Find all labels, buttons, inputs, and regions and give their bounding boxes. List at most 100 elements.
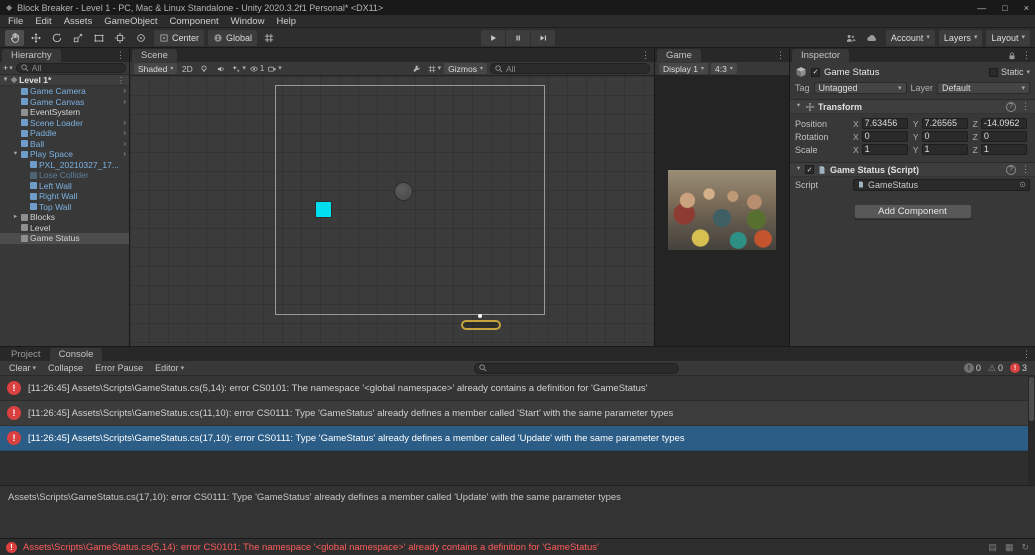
status-message[interactable]: Assets\Scripts\GameStatus.cs(5,14): erro… (23, 542, 982, 553)
foldout-icon[interactable]: ▸ (12, 213, 19, 221)
hierarchy-item-play-space[interactable]: ▾ Play Space › (0, 149, 129, 160)
view-tool-button[interactable] (5, 29, 24, 46)
rotation-x-field[interactable]: 0 (861, 131, 908, 142)
chevron-down-icon[interactable]: ▾ (1026, 69, 1030, 76)
collab-button[interactable] (842, 30, 861, 46)
prefab-open-arrow[interactable]: › (123, 129, 126, 137)
menu-window[interactable]: Window (225, 15, 271, 27)
hierarchy-item-game-canvas[interactable]: Game Canvas › (0, 97, 129, 108)
transform-component-header[interactable]: ▾ Transform ? ⋮ (790, 99, 1035, 114)
menu-gameobject[interactable]: GameObject (98, 15, 163, 27)
error-pause-button[interactable]: Error Pause (90, 362, 148, 375)
tab-project[interactable]: Project (2, 348, 50, 361)
hierarchy-item-scene-loader[interactable]: Scene Loader › (0, 118, 129, 129)
pause-button[interactable] (505, 29, 530, 46)
scale-y-field[interactable]: 1 (921, 144, 968, 155)
gameobject-name[interactable]: Game Status (824, 67, 879, 78)
position-x-field[interactable]: 7.63456 (861, 118, 908, 129)
prefab-open-arrow[interactable]: › (123, 139, 126, 148)
display-dropdown[interactable]: Display 1 ▾ (659, 63, 708, 74)
pivot-toggle-button[interactable]: Center (154, 29, 205, 46)
scene-viewport[interactable] (130, 76, 654, 346)
prefab-open-arrow[interactable]: › (123, 118, 126, 127)
step-button[interactable] (530, 29, 555, 46)
close-button[interactable]: × (1024, 3, 1029, 13)
console-search-input[interactable] (490, 363, 675, 373)
console-menu-icon[interactable]: ⋮ (1022, 349, 1031, 360)
object-picker-icon[interactable]: ⊙ (1019, 180, 1026, 189)
menu-assets[interactable]: Assets (58, 15, 99, 27)
script-object-field[interactable]: GameStatus ⊙ (853, 178, 1030, 191)
help-icon[interactable]: ? (1006, 101, 1016, 112)
component-enabled-checkbox[interactable]: ✓ (805, 165, 814, 174)
scene-visibility-toggle[interactable]: 1 (249, 63, 264, 75)
collapse-button[interactable]: Collapse (43, 362, 88, 375)
hierarchy-item-paddle[interactable]: Paddle › (0, 128, 129, 139)
scale-z-field[interactable]: 1 (980, 144, 1028, 155)
script-component-header[interactable]: ▾ ✓ Game Status (Script) ? ⋮ (790, 162, 1035, 177)
foldout-icon[interactable]: ▾ (12, 150, 19, 158)
hierarchy-item-right-wall[interactable]: Right Wall (0, 191, 129, 202)
hierarchy-search[interactable] (15, 63, 126, 73)
script-menu-icon[interactable]: ⋮ (1021, 164, 1030, 175)
prefab-open-arrow[interactable]: › (123, 150, 126, 158)
hierarchy-item-level[interactable]: Level (0, 223, 129, 234)
prefab-open-arrow[interactable]: › (123, 87, 126, 95)
inspector-menu-icon[interactable]: ⋮ (1022, 50, 1031, 61)
cloud-button[interactable] (863, 30, 882, 46)
menu-file[interactable]: File (2, 15, 29, 27)
transform-menu-icon[interactable]: ⋮ (1021, 101, 1030, 112)
tab-hierarchy[interactable]: Hierarchy (2, 49, 61, 62)
menu-edit[interactable]: Edit (29, 15, 57, 27)
grid-snap-button[interactable] (259, 30, 278, 46)
static-checkbox[interactable] (988, 67, 998, 77)
block-object[interactable] (316, 202, 331, 217)
cache-status-icon[interactable]: ▦ (1005, 542, 1014, 553)
position-z-field[interactable]: -14.0962 (980, 118, 1028, 129)
gizmos-dropdown[interactable]: Gizmos ▾ (444, 63, 487, 74)
scene-audio-toggle[interactable] (214, 63, 228, 75)
scene-lighting-toggle[interactable] (197, 63, 211, 75)
console-entry-3[interactable]: ! [11:26:45] Assets\Scripts\GameStatus.cs… (0, 426, 1035, 451)
help-icon[interactable]: ? (1006, 164, 1016, 175)
play-button[interactable] (480, 29, 505, 46)
tab-game[interactable]: Game (657, 49, 701, 62)
console-search[interactable] (474, 362, 679, 374)
add-component-button[interactable]: Add Component (853, 204, 972, 219)
position-y-field[interactable]: 7.26565 (921, 118, 968, 129)
scene-camera-dropdown[interactable]: ▾ (267, 63, 282, 75)
create-object-button[interactable]: + ▾ (3, 63, 13, 73)
scene-header-row[interactable]: ▾ ◆ Level 1* ⋮ (0, 75, 129, 86)
move-tool-button[interactable] (26, 30, 45, 46)
ball-object[interactable] (395, 183, 412, 200)
editor-dropdown[interactable]: Editor ▾ (150, 362, 189, 375)
foldout-icon[interactable]: ▾ (795, 166, 802, 173)
prefab-open-arrow[interactable]: › (123, 97, 126, 106)
foldout-icon[interactable]: ▾ (795, 103, 802, 110)
scrollbar-thumb[interactable] (1029, 377, 1034, 421)
hierarchy-item-game-camera[interactable]: Game Camera › (0, 86, 129, 97)
scene-effects-dropdown[interactable]: ▾ (231, 63, 246, 75)
hierarchy-item-lose-collider[interactable]: Lose Collider (0, 170, 129, 181)
paddle-object[interactable] (461, 320, 501, 330)
hierarchy-item-blocks[interactable]: ▸ Blocks (0, 212, 129, 223)
tab-inspector[interactable]: Inspector (792, 49, 850, 62)
grid-visual-dropdown[interactable]: ▾ (427, 63, 441, 75)
hierarchy-item-top-wall[interactable]: Top Wall (0, 202, 129, 213)
maximize-button[interactable]: □ (1002, 3, 1007, 13)
rotation-z-field[interactable]: 0 (980, 131, 1028, 142)
scene-menu-icon[interactable]: ⋮ (641, 50, 650, 61)
scale-tool-button[interactable] (68, 30, 87, 46)
hierarchy-item-pxl-20210327-17[interactable]: PXL_20210327_17... (0, 160, 129, 171)
menu-component[interactable]: Component (164, 15, 225, 27)
info-count-toggle[interactable]: ! 0 (963, 363, 981, 373)
rect-tool-button[interactable] (89, 30, 108, 46)
active-checkbox[interactable]: ✓ (811, 67, 820, 77)
warning-count-toggle[interactable]: ⚠ 0 (988, 363, 1003, 373)
layers-dropdown[interactable]: Layers ▾ (938, 29, 983, 46)
orientation-toggle-button[interactable]: Global (208, 29, 258, 46)
error-count-toggle[interactable]: ! 3 (1009, 363, 1027, 373)
scene-menu-icon[interactable]: ⋮ (117, 76, 127, 85)
rotate-tool-button[interactable] (47, 30, 66, 46)
tab-scene[interactable]: Scene (132, 49, 177, 62)
